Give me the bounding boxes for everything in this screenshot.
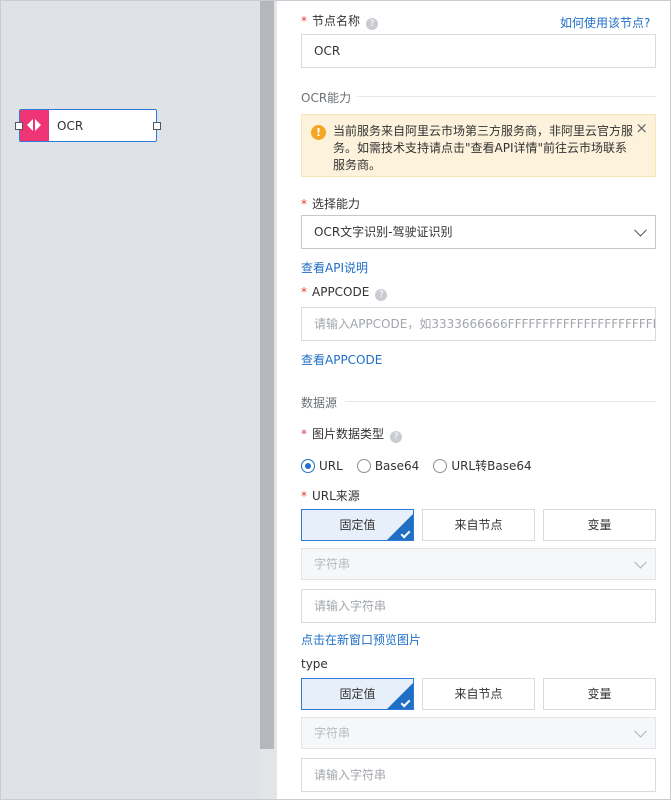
- radio-base64[interactable]: Base64: [356, 457, 419, 474]
- appcode-label: * APPCODE?: [301, 285, 388, 301]
- how-to-use-link[interactable]: 如何使用该节点?: [560, 14, 650, 31]
- help-icon[interactable]: ?: [375, 289, 388, 301]
- required-mark: *: [301, 14, 307, 28]
- help-icon[interactable]: ?: [390, 431, 403, 443]
- output-port[interactable]: [153, 122, 161, 130]
- section-divider: [345, 401, 656, 402]
- scrollbar-thumb[interactable]: [260, 1, 274, 749]
- alert-text: 当前服务来自阿里云市场第三方服务商，非阿里云官方服务。如需技术支持请点击"查看A…: [333, 124, 634, 172]
- flow-canvas[interactable]: OCR: [1, 1, 260, 799]
- ability-select[interactable]: OCR文字识别-驾驶证识别: [301, 215, 656, 249]
- section-divider: [357, 96, 656, 97]
- url-source-node-button[interactable]: 来自节点: [422, 509, 535, 541]
- ability-label: * 选择能力: [301, 197, 361, 211]
- radio-dot[interactable]: [356, 458, 371, 473]
- node-label: OCR: [57, 119, 84, 133]
- ability-select-value: OCR文字识别-驾驶证识别: [314, 225, 453, 239]
- node-name-label: * 节点名称?: [301, 12, 379, 30]
- section-title-ocr: OCR能力: [301, 91, 352, 105]
- type-value-type-select: 字符串: [301, 717, 656, 749]
- close-icon[interactable]: ×: [635, 119, 648, 137]
- type-label: type: [301, 657, 328, 671]
- required-mark: *: [301, 427, 307, 441]
- ocr-node[interactable]: OCR: [15, 109, 161, 142]
- url-source-variable-button[interactable]: 变量: [543, 509, 656, 541]
- image-type-label: * 图片数据类型?: [301, 425, 403, 443]
- help-icon[interactable]: ?: [366, 18, 379, 30]
- required-mark: *: [301, 285, 307, 299]
- node-config-panel: * 节点名称? 如何使用该节点? OCR OCR能力 ! 当前服务来自阿里云市场第…: [277, 1, 670, 799]
- radio-dot[interactable]: [301, 458, 315, 473]
- url-string-input[interactable]: 请输入字符串: [301, 589, 656, 623]
- url-source-label: * URL来源: [301, 489, 360, 503]
- required-mark: *: [301, 489, 307, 503]
- required-mark: *: [301, 197, 307, 211]
- input-port[interactable]: [15, 122, 23, 130]
- warning-icon: !: [311, 125, 326, 140]
- chevron-down-icon: [634, 223, 647, 237]
- type-source-fixed-button[interactable]: 固定值: [301, 678, 414, 710]
- preview-image-link[interactable]: 点击在新窗口预览图片: [301, 631, 421, 648]
- node-name-input[interactable]: OCR: [301, 34, 656, 68]
- appcode-input[interactable]: 请输入APPCODE，如3333666666FFFFFFFFFFFFFFFFFF…: [301, 307, 656, 341]
- radio-url-to-base64[interactable]: URL转Base64: [433, 457, 532, 474]
- url-source-fixed-button[interactable]: 固定值: [301, 509, 414, 541]
- chevron-down-icon: [634, 724, 647, 738]
- type-string-input[interactable]: 请输入字符串: [301, 758, 656, 792]
- view-appcode-link[interactable]: 查看APPCODE: [301, 351, 382, 368]
- radio-url[interactable]: URL: [301, 457, 343, 474]
- type-source-node-button[interactable]: 来自节点: [422, 678, 535, 710]
- chevron-down-icon: [634, 555, 647, 569]
- ocr-node-icon: [20, 110, 49, 141]
- type-source-variable-button[interactable]: 变量: [543, 678, 656, 710]
- third-party-alert: ! 当前服务来自阿里云市场第三方服务商，非阿里云官方服务。如需技术支持请点击"查…: [301, 114, 656, 177]
- image-type-radio-group: URL Base64 URL转Base64: [301, 457, 546, 474]
- section-title-datasource: 数据源: [301, 396, 338, 410]
- url-value-type-select: 字符串: [301, 548, 656, 580]
- radio-dot[interactable]: [433, 458, 448, 473]
- view-api-link[interactable]: 查看API说明: [301, 259, 368, 276]
